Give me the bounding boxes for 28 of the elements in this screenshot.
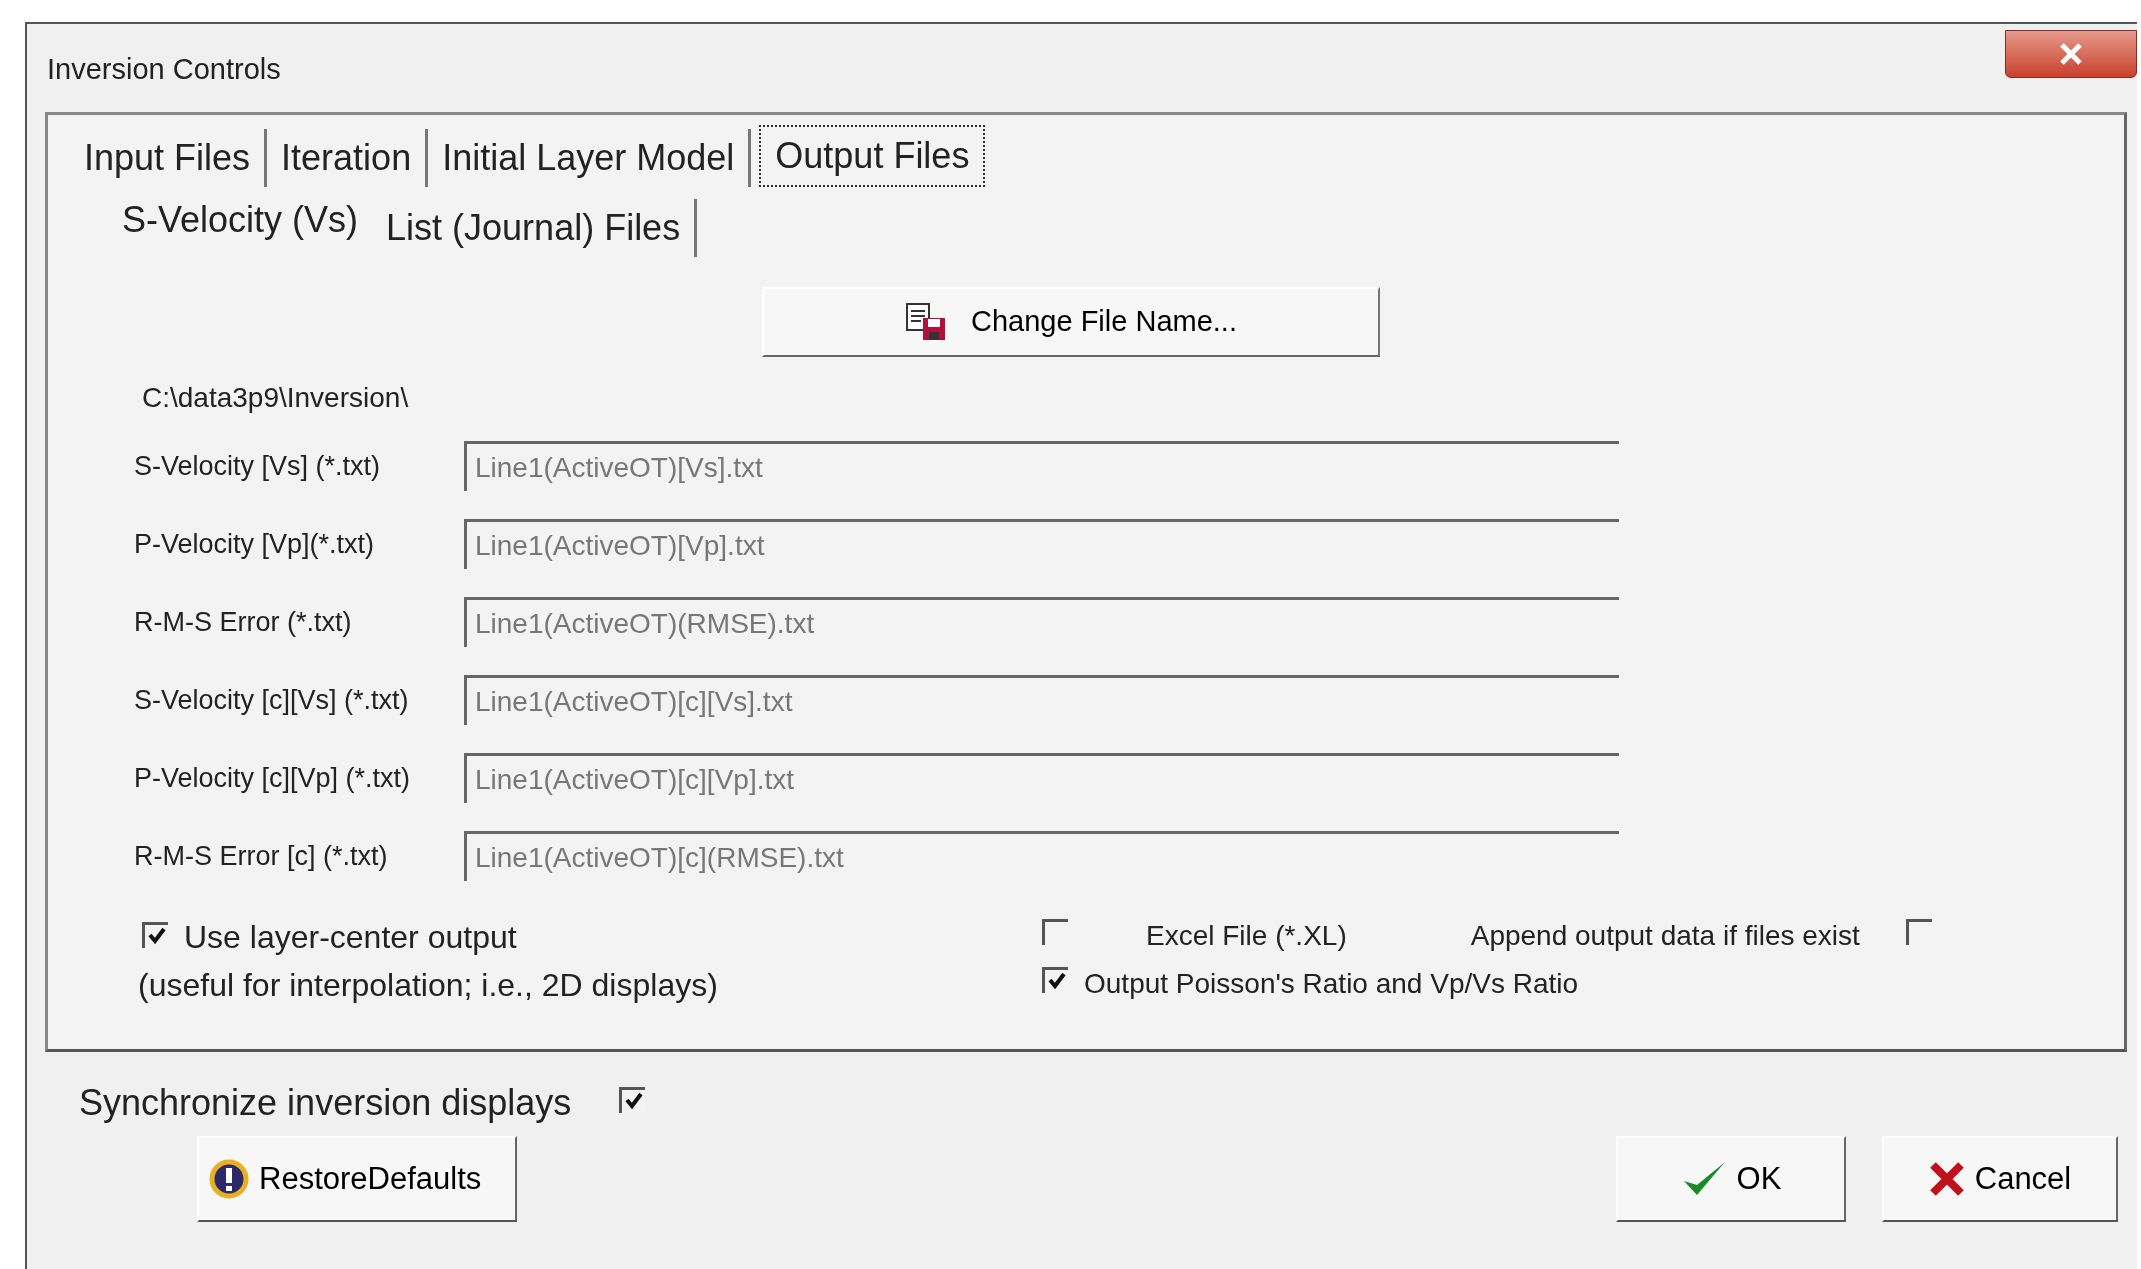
field-label: R-M-S Error [c] (*.txt) xyxy=(134,839,389,873)
checkbox-label: Use layer-center output xyxy=(184,918,517,957)
close-icon xyxy=(2059,43,2083,65)
field-label: S-Velocity [Vs] (*.txt) xyxy=(134,449,382,483)
ok-button[interactable]: OK xyxy=(1616,1136,1846,1222)
checkbox-label: Append output data if files exist xyxy=(1470,919,1860,953)
restore-defaults-button[interactable]: RestoreDefaults xyxy=(197,1136,517,1222)
tab[interactable]: S-Velocity (Vs) xyxy=(108,191,373,249)
tab[interactable]: List (Journal) Files xyxy=(372,199,698,257)
field-label: S-Velocity [c][Vs] (*.txt) xyxy=(134,683,410,717)
tab[interactable]: Iteration xyxy=(267,129,429,187)
checkbox-label: Synchronize inversion displays xyxy=(79,1081,572,1125)
hint-text: (useful for interpolation; i.e., 2D displays) xyxy=(138,967,718,1003)
field-label: P-Velocity [c][Vp] (*.txt) xyxy=(134,761,412,795)
folder-path: C:\data3p9\Inversion\ xyxy=(142,382,409,413)
cancel-button[interactable]: Cancel xyxy=(1882,1136,2118,1222)
tab[interactable]: Output Files xyxy=(759,125,986,187)
field-label: R-M-S Error (*.txt) xyxy=(134,605,353,639)
field-label: P-Velocity [Vp](*.txt) xyxy=(134,527,376,561)
warning-icon xyxy=(209,1159,249,1199)
checkbox-label: Output Poisson's Ratio and Vp/Vs Ratio xyxy=(1084,967,1579,1001)
checkbox-label: Excel File (*.XL) xyxy=(1146,919,1347,953)
close-button[interactable] xyxy=(2005,30,2137,78)
cross-icon xyxy=(1928,1161,1965,1197)
tab[interactable]: Input Files xyxy=(70,129,268,187)
change-file-name-button[interactable]: Change File Name... xyxy=(762,287,1380,357)
window-title: Inversion Controls xyxy=(47,53,281,85)
tab[interactable]: Initial Layer Model xyxy=(428,129,752,187)
